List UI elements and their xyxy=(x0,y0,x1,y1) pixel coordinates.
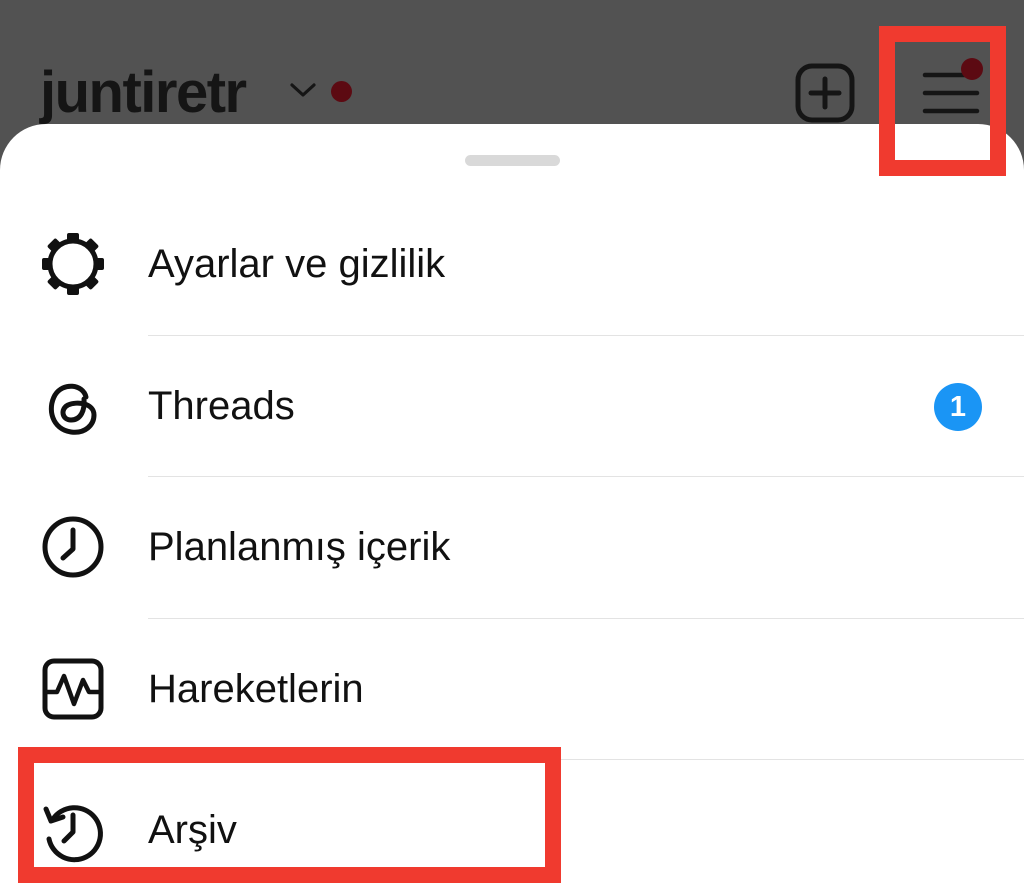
menu-notification-dot xyxy=(961,58,983,80)
menu-item-label: Arşiv xyxy=(148,808,237,852)
menu-item-activity[interactable]: Hareketlerin xyxy=(0,619,1024,760)
clock-icon xyxy=(42,516,104,578)
menu-item-label: Ayarlar ve gizlilik xyxy=(148,242,446,286)
activity-icon xyxy=(42,658,104,719)
notification-dot xyxy=(331,81,352,102)
menu-item-label: Planlanmış içerik xyxy=(148,525,451,569)
username-title[interactable]: juntiretr xyxy=(40,58,247,128)
options-sheet: Ayarlar ve gizlilik Threads 1 Planlanmış… xyxy=(0,124,1024,886)
menu-item-settings[interactable]: Ayarlar ve gizlilik xyxy=(0,194,1024,336)
plus-square-icon[interactable] xyxy=(795,63,855,123)
profile-header: juntiretr xyxy=(0,0,1024,130)
menu-item-scheduled-content[interactable]: Planlanmış içerik xyxy=(0,477,1024,619)
threads-icon xyxy=(48,383,97,435)
chevron-down-icon[interactable] xyxy=(288,80,318,100)
menu-item-label: Threads xyxy=(148,383,295,428)
archive-history-icon xyxy=(43,805,103,863)
menu-item-label: Hareketlerin xyxy=(148,666,364,711)
menu-item-archive[interactable]: Arşiv xyxy=(0,760,1024,886)
notification-badge: 1 xyxy=(934,382,982,431)
sheet-grabber[interactable] xyxy=(465,155,560,166)
screen: juntiretr Ayarlar ve gizlilik Threads 1 … xyxy=(0,0,1024,886)
menu-item-threads[interactable]: Threads 1 xyxy=(0,336,1024,477)
gear-icon xyxy=(42,233,104,295)
options-list: Ayarlar ve gizlilik Threads 1 Planlanmış… xyxy=(0,194,1024,886)
